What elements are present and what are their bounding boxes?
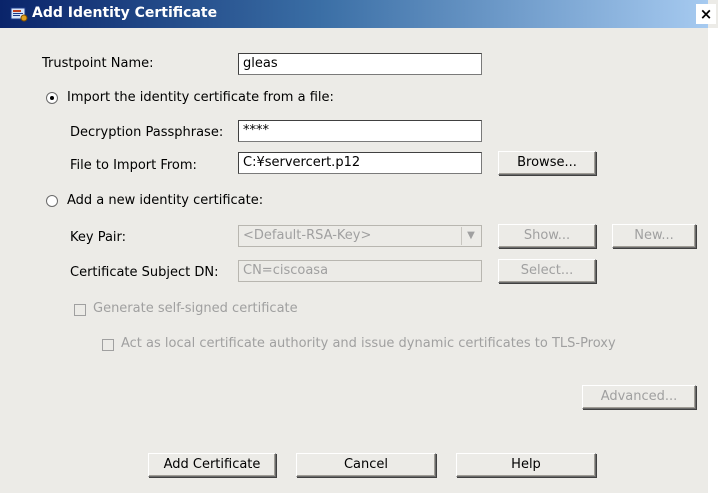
add-identity-certificate-dialog: Add Identity Certificate × Trustpoint Na… bbox=[0, 0, 718, 493]
radio-selected-dot bbox=[50, 96, 54, 100]
certificate-window-icon bbox=[10, 6, 28, 22]
key-pair-label: Key Pair: bbox=[70, 230, 127, 245]
title-bar[interactable]: Add Identity Certificate bbox=[0, 0, 708, 28]
subject-dn-label: Certificate Subject DN: bbox=[70, 265, 219, 280]
key-pair-value: <Default-RSA-Key> bbox=[243, 228, 372, 243]
browse-button[interactable]: Browse... bbox=[498, 151, 596, 175]
add-new-certificate-radio[interactable] bbox=[46, 195, 58, 207]
file-path-input[interactable]: C:¥servercert.p12 bbox=[238, 152, 482, 174]
self-signed-checkbox[interactable] bbox=[74, 304, 86, 316]
key-pair-select[interactable]: <Default-RSA-Key> ▼ bbox=[238, 225, 482, 247]
local-ca-checkbox[interactable] bbox=[102, 339, 114, 351]
help-button[interactable]: Help bbox=[456, 453, 596, 477]
advanced-button[interactable]: Advanced... bbox=[582, 385, 696, 409]
cancel-button[interactable]: Cancel bbox=[296, 453, 436, 477]
local-ca-label: Act as local certificate authority and i… bbox=[121, 336, 616, 351]
file-import-label: File to Import From: bbox=[70, 158, 197, 173]
show-key-button[interactable]: Show... bbox=[498, 224, 596, 248]
new-key-button[interactable]: New... bbox=[612, 224, 696, 248]
passphrase-input[interactable]: **** bbox=[238, 120, 482, 142]
select-subject-button[interactable]: Select... bbox=[498, 259, 596, 283]
dialog-title: Add Identity Certificate bbox=[32, 5, 218, 21]
import-file-radio[interactable] bbox=[46, 92, 58, 104]
subject-dn-input[interactable]: CN=ciscoasa bbox=[238, 260, 482, 282]
add-certificate-button[interactable]: Add Certificate bbox=[148, 453, 276, 477]
add-new-certificate-radio-label[interactable]: Add a new identity certificate: bbox=[67, 193, 263, 208]
trustpoint-name-input[interactable]: gleas bbox=[238, 53, 482, 75]
trustpoint-label: Trustpoint Name: bbox=[42, 56, 154, 71]
close-icon[interactable]: × bbox=[696, 4, 716, 24]
self-signed-label: Generate self-signed certificate bbox=[93, 301, 298, 316]
import-file-radio-label[interactable]: Import the identity certificate from a f… bbox=[67, 90, 334, 105]
chevron-down-icon[interactable]: ▼ bbox=[461, 227, 480, 245]
passphrase-label: Decryption Passphrase: bbox=[70, 125, 224, 140]
window-edge bbox=[708, 28, 718, 493]
